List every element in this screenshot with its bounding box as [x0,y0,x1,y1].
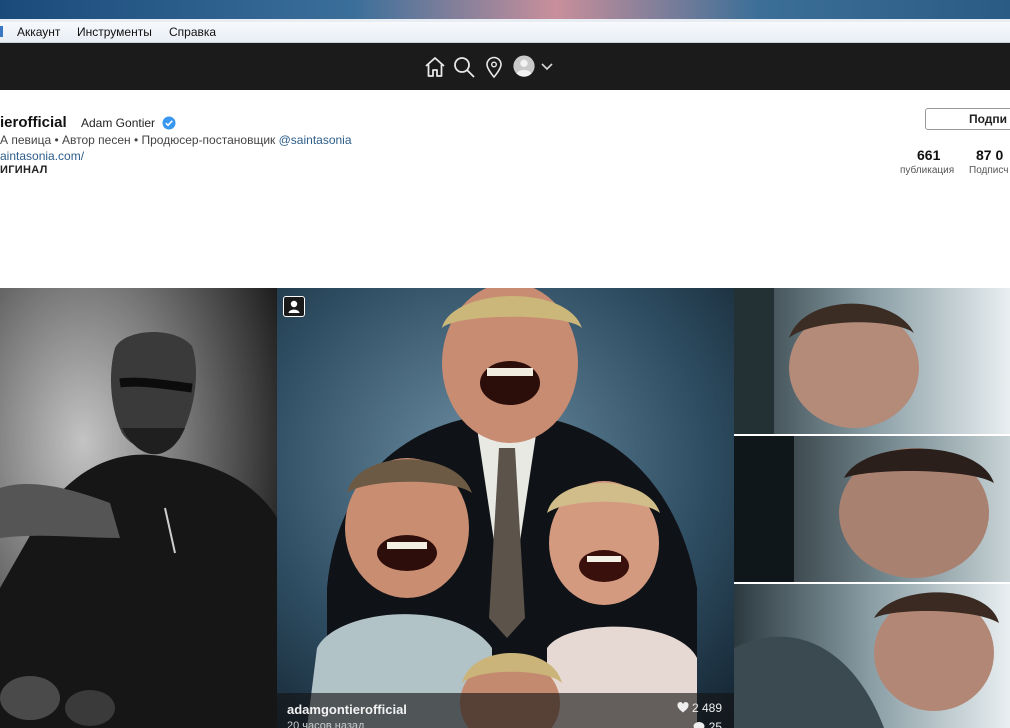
post-hover-overlay: adamgontierofficial 20 часов назад 2 489… [277,693,734,728]
post-thumbnail-collage[interactable] [734,288,1010,728]
tagged-people-icon [283,296,305,317]
menu-item-account[interactable]: Аккаунт [17,25,60,39]
post-author-username[interactable]: adamgontierofficial [287,702,407,717]
verified-badge-icon [162,116,176,130]
profile-bio-mention[interactable]: @saintasonia [279,133,352,147]
concert-photo-image [0,288,277,728]
menu-item-tools[interactable]: Инструменты [77,25,152,39]
followers-count[interactable]: 87 0 [976,147,1003,163]
posts-label: публикация [900,165,955,176]
heart-icon [677,702,689,713]
menu-bar: Аккаунт Инструменты Справка [0,22,1010,43]
top-navigation-bar [0,43,1010,90]
menu-item-help[interactable]: Справка [169,25,216,39]
post-timestamp: 20 часов назад [287,720,365,728]
post-thumbnail-concert[interactable] [0,288,277,728]
desktop-background-strip [0,0,1010,22]
group-photo-image [277,288,734,728]
comment-bubble-icon [693,722,705,728]
post-likes: 2 489 [677,701,722,715]
avatar[interactable] [511,55,537,79]
post-likes-count: 2 489 [691,701,722,715]
profile-username: ierofficial [0,114,67,131]
posts-count: 661 [917,147,941,163]
location-pin-icon[interactable] [482,55,506,79]
photo-grid: adamgontierofficial 20 часов назад 2 489… [0,288,1010,728]
followers-label[interactable]: Подписч [969,165,1008,176]
chevron-down-icon[interactable] [540,61,554,73]
profile-bio-text: А певица • Автор песен • Продюсер-постан… [0,133,276,147]
follow-button[interactable]: Подпи [925,108,1010,130]
profile-bio: А певица • Автор песен • Продюсер-постан… [0,133,352,147]
post-thumbnail-group-photo[interactable]: adamgontierofficial 20 часов назад 2 489… [277,288,734,728]
search-icon[interactable] [452,55,476,79]
profile-header: ierofficial Adam Gontier А певица • Авто… [0,90,1010,288]
collage-photo-image [734,288,1010,728]
profile-original-tag: ИГИНАЛ [0,164,48,176]
post-comments: 25 [693,720,722,728]
profile-full-name: Adam Gontier [81,116,156,130]
profile-website-link[interactable]: aintasonia.com/ [0,149,84,163]
post-comments-count: 25 [708,720,722,728]
menu-edge-fragment [0,26,3,37]
home-icon[interactable] [423,55,447,79]
